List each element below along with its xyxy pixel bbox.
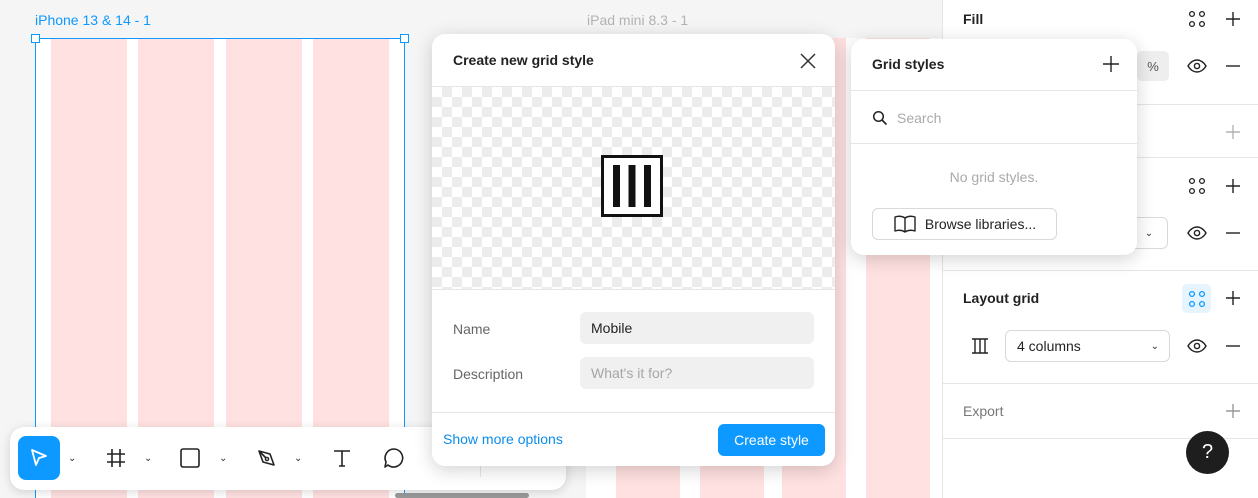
chevron-down-icon[interactable]: ⌄: [68, 453, 76, 464]
section-divider: [942, 383, 1258, 384]
dialog-title: Create new grid style: [453, 52, 594, 68]
plus-icon[interactable]: [1223, 176, 1243, 196]
plus-icon[interactable]: [1223, 401, 1243, 421]
dialog-footer-divider: [432, 412, 835, 413]
show-more-options-link[interactable]: Show more options: [443, 431, 563, 447]
pen-icon: [258, 450, 275, 466]
selection-border-top: [35, 38, 405, 39]
layout-grid-value: 4 columns: [1017, 338, 1081, 354]
minus-icon[interactable]: [1224, 338, 1242, 354]
create-grid-style-dialog: Create new grid style Name Mobile Descri…: [432, 34, 835, 466]
minus-icon[interactable]: [1224, 58, 1242, 74]
export-section-title: Export: [963, 403, 1004, 419]
grid-preview: [432, 86, 835, 290]
fill-section-title: Fill: [963, 11, 984, 27]
resize-handle-top-right[interactable]: [400, 34, 409, 43]
description-label: Description: [453, 366, 524, 382]
close-icon: [800, 53, 816, 69]
fill-opacity-unit[interactable]: %: [1137, 51, 1169, 81]
style-grid-icon[interactable]: [1187, 176, 1207, 196]
grid-style-preview-icon: [601, 155, 663, 217]
style-grid-icon[interactable]: [1187, 9, 1207, 29]
plus-icon[interactable]: [1223, 9, 1243, 29]
resize-handle-top-left[interactable]: [31, 34, 40, 43]
layout-grid-select[interactable]: 4 columns ⌄: [1005, 330, 1170, 362]
close-button[interactable]: [798, 51, 818, 71]
hash-icon: [107, 449, 125, 467]
minus-icon[interactable]: [1224, 225, 1242, 241]
plus-icon: [1103, 56, 1119, 72]
text-icon: [334, 450, 350, 467]
browse-libraries-label: Browse libraries...: [924, 216, 1037, 232]
grid-styles-popover: Grid styles Search No grid styles. Brows…: [851, 39, 1137, 255]
move-tool-button[interactable]: [18, 436, 60, 480]
chevron-down-icon[interactable]: ⌄: [294, 453, 302, 464]
eye-icon[interactable]: [1186, 57, 1208, 75]
cursor-icon: [31, 449, 47, 466]
shape-tool-button[interactable]: [172, 436, 208, 480]
grid-style-button[interactable]: [1182, 284, 1211, 313]
book-icon: [894, 215, 916, 233]
description-field[interactable]: What's it for?: [580, 357, 814, 389]
comment-tool-button[interactable]: [376, 436, 412, 480]
help-button[interactable]: ?: [1186, 431, 1229, 474]
comment-icon: [384, 448, 404, 468]
empty-state-text: No grid styles.: [949, 169, 1039, 185]
text-tool-button[interactable]: [324, 436, 360, 480]
browse-libraries-button[interactable]: Browse libraries...: [872, 208, 1057, 240]
popover-divider: [851, 143, 1137, 144]
columns-grid-icon[interactable]: [969, 336, 991, 356]
name-label: Name: [453, 321, 491, 337]
pen-tool-button[interactable]: [248, 436, 284, 480]
section-divider: [942, 270, 1258, 271]
plus-icon[interactable]: [1223, 288, 1243, 308]
chevron-down-icon: ⌄: [1150, 340, 1159, 352]
frame-tool-button[interactable]: [98, 436, 134, 480]
frame-label-iphone[interactable]: iPhone 13 & 14 - 1: [35, 12, 151, 28]
layout-grid-title: Layout grid: [963, 290, 1040, 306]
name-field[interactable]: Mobile: [580, 312, 814, 344]
chevron-down-icon[interactable]: ⌄: [144, 453, 152, 464]
plus-icon[interactable]: [1223, 122, 1243, 142]
rectangle-icon: [180, 448, 200, 468]
create-style-button[interactable]: Create style: [718, 424, 825, 456]
popover-title: Grid styles: [872, 56, 945, 72]
frame-label-ipad[interactable]: iPad mini 8.3 - 1: [587, 12, 688, 28]
chevron-down-icon[interactable]: ⌄: [219, 453, 227, 464]
eye-icon[interactable]: [1186, 337, 1208, 355]
chevron-down-icon: ⌄: [1144, 227, 1154, 239]
add-style-button[interactable]: [1102, 55, 1122, 75]
search-input[interactable]: Search: [897, 110, 941, 126]
eye-icon[interactable]: [1186, 224, 1208, 242]
popover-divider: [851, 90, 1137, 91]
canvas-scrollbar[interactable]: [395, 493, 529, 498]
style-grid-icon: [1188, 290, 1205, 307]
search-icon: [872, 110, 888, 126]
